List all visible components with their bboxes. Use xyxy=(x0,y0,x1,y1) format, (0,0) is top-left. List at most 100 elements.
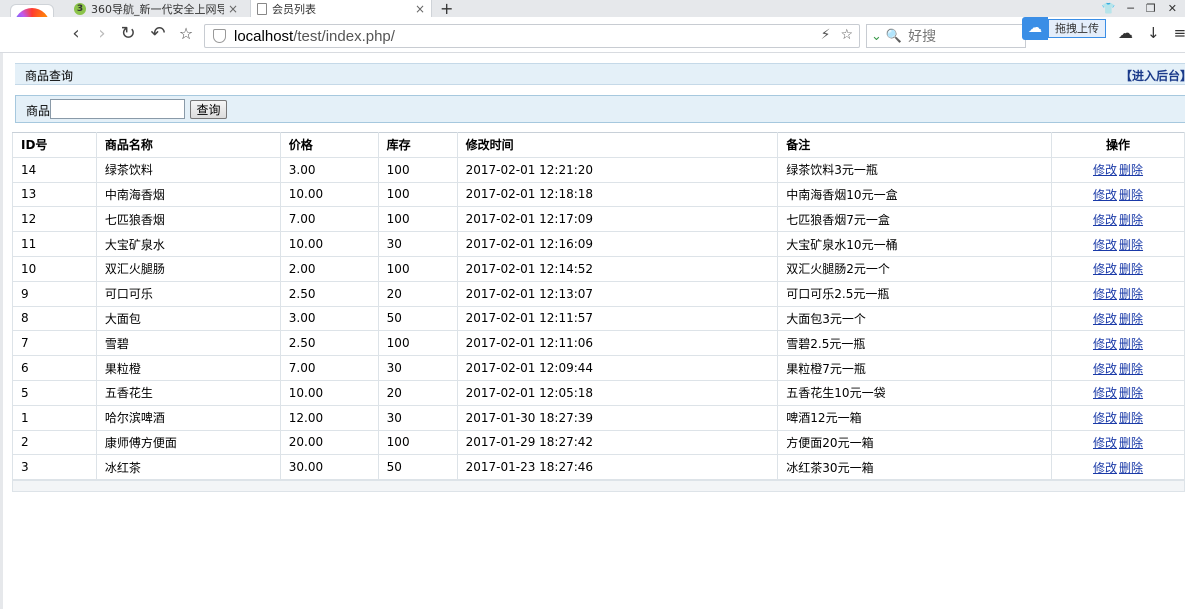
cell-stock: 30 xyxy=(377,231,458,257)
skin-icon[interactable]: 👕 xyxy=(1102,2,1116,15)
delete-link[interactable]: 删除 xyxy=(1119,287,1143,301)
forward-icon[interactable]: › xyxy=(92,24,112,44)
table-row: 12 七匹狼香烟 7.00 100 2017-02-01 12:17:09 七匹狼香烟7元… xyxy=(12,206,1185,233)
table-row: 6 果粒橙 7.00 30 2017-02-01 12:09:44 果粒橙7元一瓶 修改 删除 xyxy=(12,355,1185,381)
cell-name: 可口可乐 xyxy=(95,280,281,307)
cell-id: 11 xyxy=(12,231,97,257)
cell-time: 2017-02-01 12:11:06 xyxy=(456,330,779,357)
delete-link[interactable]: 删除 xyxy=(1119,262,1143,276)
cell-actions: 修改 删除 xyxy=(1051,355,1185,381)
edit-link[interactable]: 修改 xyxy=(1093,312,1117,326)
edit-link[interactable]: 修改 xyxy=(1093,386,1117,400)
delete-link[interactable]: 删除 xyxy=(1119,411,1143,425)
maximize-icon[interactable]: ❐ xyxy=(1146,2,1156,15)
edit-link[interactable]: 修改 xyxy=(1093,337,1117,351)
upload-label: 拖拽上传 xyxy=(1048,19,1106,38)
cell-id: 12 xyxy=(12,206,97,233)
cell-id: 9 xyxy=(12,280,97,307)
chevron-down-icon[interactable]: ⌄ xyxy=(871,29,882,44)
cell-name: 中南海香烟 xyxy=(95,181,281,208)
tab-member-list[interactable]: 会员列表 × xyxy=(250,0,432,17)
address-bar[interactable]: localhost/test/index.php/ ⚡ ☆ xyxy=(204,24,860,48)
cell-name: 双汇火腿肠 xyxy=(95,255,281,282)
search-engine-box[interactable]: ⌄ 🔍 好搜 xyxy=(866,24,1026,48)
edit-link[interactable]: 修改 xyxy=(1093,436,1117,450)
favorite-star-icon[interactable]: ☆ xyxy=(176,24,196,44)
cell-actions: 修改 删除 xyxy=(1051,330,1185,357)
cell-time: 2017-02-01 12:09:44 xyxy=(456,355,779,381)
edit-link[interactable]: 修改 xyxy=(1093,262,1117,276)
search-icon: 🔍 xyxy=(885,28,903,44)
bookmark-star-icon[interactable]: ☆ xyxy=(840,27,853,43)
delete-link[interactable]: 删除 xyxy=(1119,386,1143,400)
tab-360-navigation[interactable]: 3 360导航_新一代安全上网导航 × xyxy=(68,0,244,17)
cell-note: 五香花生10元一袋 xyxy=(777,379,1053,406)
new-tab-button[interactable]: + xyxy=(440,0,453,18)
cell-time: 2017-02-01 12:16:09 xyxy=(456,231,779,257)
back-icon[interactable]: ‹ xyxy=(66,24,86,44)
cell-name: 哈尔滨啤酒 xyxy=(95,404,281,431)
column-header: 商品名称 xyxy=(95,132,281,158)
product-search-input[interactable] xyxy=(50,99,185,119)
cell-note: 果粒橙7元一瓶 xyxy=(777,355,1053,381)
cell-stock: 100 xyxy=(377,330,458,357)
cell-price: 7.00 xyxy=(279,355,379,381)
edit-link[interactable]: 修改 xyxy=(1093,461,1117,475)
query-button[interactable]: 查询 xyxy=(190,100,227,119)
edit-link[interactable]: 修改 xyxy=(1093,213,1117,227)
enter-admin-link[interactable]: 【进入后台】 xyxy=(1120,67,1185,84)
tab-label: 360导航_新一代安全上网导航 xyxy=(91,2,224,16)
delete-link[interactable]: 删除 xyxy=(1119,337,1143,351)
table-row: 2 康师傅方便面 20.00 100 2017-01-29 18:27:42 方便面20元… xyxy=(12,429,1185,456)
cell-price: 10.00 xyxy=(279,379,379,406)
delete-link[interactable]: 删除 xyxy=(1119,213,1143,227)
cell-note: 冰红茶30元一箱 xyxy=(777,454,1053,481)
delete-link[interactable]: 删除 xyxy=(1119,163,1143,177)
cell-price: 2.50 xyxy=(279,330,379,357)
url-path: /test/index.php/ xyxy=(293,27,395,45)
edit-link[interactable]: 修改 xyxy=(1093,163,1117,177)
edit-link[interactable]: 修改 xyxy=(1093,238,1117,252)
cell-actions: 修改 删除 xyxy=(1051,404,1185,431)
delete-link[interactable]: 删除 xyxy=(1119,312,1143,326)
delete-link[interactable]: 删除 xyxy=(1119,238,1143,252)
cell-stock: 100 xyxy=(377,156,458,183)
delete-link[interactable]: 删除 xyxy=(1119,461,1143,475)
download-icon[interactable]: ↓ xyxy=(1147,24,1160,42)
edit-link[interactable]: 修改 xyxy=(1093,188,1117,202)
column-header: 备注 xyxy=(777,132,1053,158)
url-text[interactable]: localhost/test/index.php/ xyxy=(234,28,395,45)
undo-icon[interactable]: ↶ xyxy=(148,24,168,44)
cloud-sync-icon[interactable]: ☁ xyxy=(1118,24,1133,42)
minimize-icon[interactable]: ─ xyxy=(1127,2,1134,15)
lightning-icon[interactable]: ⚡ xyxy=(821,27,831,43)
360-icon: 3 xyxy=(74,2,86,15)
close-icon[interactable]: × xyxy=(228,2,238,16)
column-header: 操作 xyxy=(1051,132,1185,158)
cell-price: 2.50 xyxy=(279,280,379,307)
cell-time: 2017-02-01 12:21:20 xyxy=(456,156,779,183)
edit-link[interactable]: 修改 xyxy=(1093,362,1117,376)
cell-time: 2017-02-01 12:17:09 xyxy=(456,206,779,233)
edit-link[interactable]: 修改 xyxy=(1093,287,1117,301)
cell-name: 冰红茶 xyxy=(95,454,281,481)
delete-link[interactable]: 删除 xyxy=(1119,362,1143,376)
cell-id: 7 xyxy=(12,330,97,357)
cell-id: 6 xyxy=(12,355,97,381)
cell-price: 2.00 xyxy=(279,255,379,282)
window-controls: 👕 ─ ❐ ✕ xyxy=(1102,0,1177,17)
column-header: 修改时间 xyxy=(456,132,779,158)
cell-id: 1 xyxy=(12,404,97,431)
delete-link[interactable]: 删除 xyxy=(1119,188,1143,202)
close-icon[interactable]: × xyxy=(415,2,425,16)
delete-link[interactable]: 删除 xyxy=(1119,436,1143,450)
menu-icon[interactable]: ≡ xyxy=(1174,24,1185,42)
reload-icon[interactable]: ↻ xyxy=(118,24,138,44)
edit-link[interactable]: 修改 xyxy=(1093,411,1117,425)
cloud-upload-widget[interactable]: ☁ 拖拽上传 xyxy=(1022,17,1114,40)
cell-note: 中南海香烟10元一盒 xyxy=(777,181,1053,208)
table-row: 11 大宝矿泉水 10.00 30 2017-02-01 12:16:09 大宝矿泉水10… xyxy=(12,231,1185,257)
cell-note: 绿茶饮料3元一瓶 xyxy=(777,156,1053,183)
cell-stock: 30 xyxy=(377,404,458,431)
close-window-icon[interactable]: ✕ xyxy=(1168,2,1177,15)
